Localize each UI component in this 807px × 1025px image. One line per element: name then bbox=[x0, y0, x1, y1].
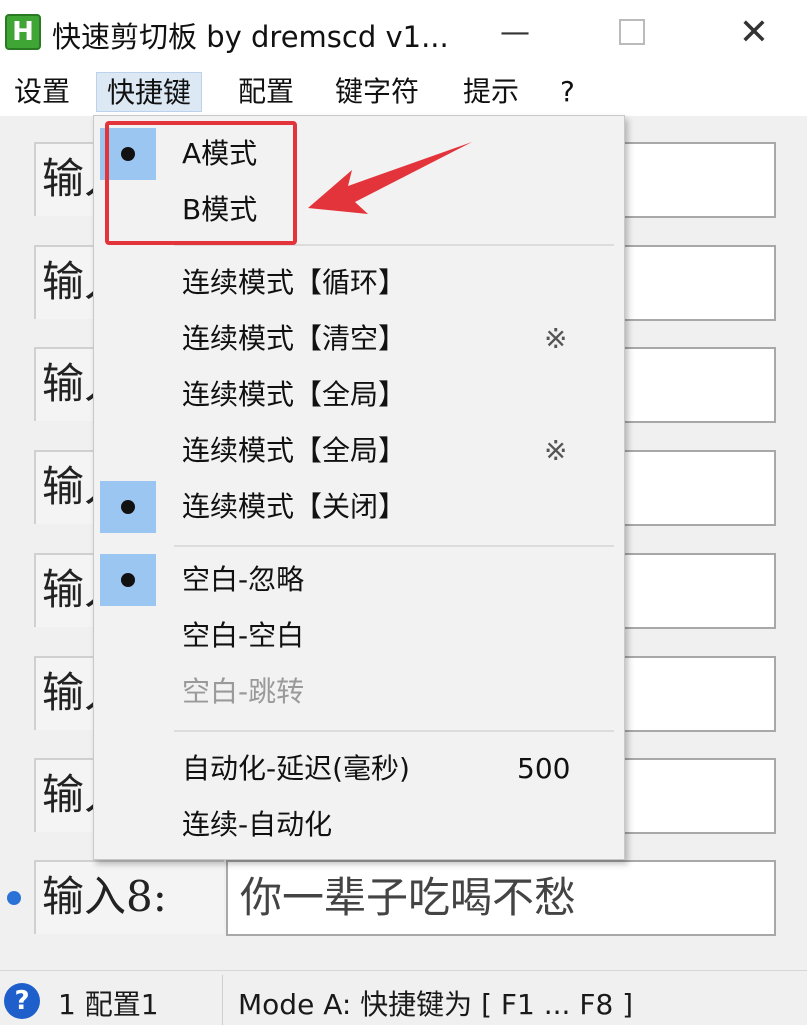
radio-check-icon bbox=[100, 554, 156, 606]
menu-item-label: 自动化-延迟(毫秒) bbox=[182, 752, 410, 785]
menu-item-label: 空白-空白 bbox=[182, 619, 305, 652]
annotation-highlight-box bbox=[105, 121, 297, 245]
input-field[interactable]: 你一辈子吃喝不愁 bbox=[226, 860, 776, 936]
menu-item-continuous-off[interactable]: 连续模式【关闭】 bbox=[94, 481, 624, 533]
menu-bar: 设置 快捷键 配置 键字符 提示 ? bbox=[0, 68, 807, 116]
menu-item-continuous-automation[interactable]: 连续-自动化 bbox=[94, 799, 624, 851]
menu-item-continuous-global[interactable]: 连续模式【全局】 bbox=[94, 369, 624, 421]
active-row-indicator bbox=[7, 891, 21, 905]
menu-config[interactable]: 配置 bbox=[228, 72, 304, 112]
delay-value: 500 bbox=[517, 752, 571, 785]
status-bar: ? 1 配置1 Mode A: 快捷键为 [ F1 ... F8 ] bbox=[0, 970, 807, 1025]
menu-separator bbox=[174, 730, 614, 732]
menu-item-label: 空白-跳转 bbox=[182, 675, 305, 708]
app-icon: H bbox=[5, 14, 41, 50]
input-row-8: 输入8: 你一辈子吃喝不愁 bbox=[0, 860, 807, 938]
menu-item-label: 空白-忽略 bbox=[182, 563, 305, 596]
menu-separator bbox=[174, 545, 614, 547]
menu-item-label: 连续模式【清空】 bbox=[182, 322, 407, 355]
minimize-button[interactable]: — bbox=[480, 8, 550, 58]
help-icon[interactable]: ? bbox=[4, 983, 40, 1019]
menu-item-blank-ignore[interactable]: 空白-忽略 bbox=[94, 554, 624, 606]
status-mode: Mode A: 快捷键为 [ F1 ... F8 ] bbox=[238, 988, 634, 1021]
annotation-arrow-icon bbox=[308, 142, 472, 214]
reference-mark-icon: ※ bbox=[544, 434, 568, 467]
menu-item-label: 连续模式【循环】 bbox=[182, 266, 407, 299]
maximize-button[interactable] bbox=[597, 8, 667, 58]
menu-item-label: 连续模式【关闭】 bbox=[182, 490, 407, 523]
radio-check-icon bbox=[100, 481, 156, 533]
menu-item-blank-jump: 空白-跳转 bbox=[94, 666, 624, 718]
menu-item-continuous-loop[interactable]: 连续模式【循环】 bbox=[94, 257, 624, 309]
menu-item-blank-blank[interactable]: 空白-空白 bbox=[94, 610, 624, 662]
close-button[interactable]: ✕ bbox=[719, 8, 789, 58]
input-label: 输入8: bbox=[34, 860, 224, 934]
maximize-icon bbox=[619, 18, 645, 45]
window-title: 快速剪切板 by dremscd v1... bbox=[52, 20, 449, 54]
menu-help[interactable]: ? bbox=[550, 72, 585, 112]
title-bar: H 快速剪切板 by dremscd v1... — ✕ bbox=[0, 0, 807, 68]
status-divider bbox=[222, 975, 223, 1025]
menu-item-label: 连续模式【全局】 bbox=[182, 434, 407, 467]
menu-item-automation-delay[interactable]: 自动化-延迟(毫秒) 500 bbox=[94, 743, 624, 795]
menu-tips[interactable]: 提示 bbox=[453, 72, 529, 112]
reference-mark-icon: ※ bbox=[544, 322, 568, 355]
menu-item-label: 连续模式【全局】 bbox=[182, 378, 407, 411]
menu-key-chars[interactable]: 键字符 bbox=[325, 72, 429, 112]
menu-settings[interactable]: 设置 bbox=[4, 72, 80, 112]
menu-item-continuous-global-alt[interactable]: 连续模式【全局】 ※ bbox=[94, 425, 624, 477]
menu-item-label: 连续-自动化 bbox=[182, 808, 333, 841]
menu-shortcuts[interactable]: 快捷键 bbox=[96, 72, 203, 112]
menu-item-continuous-clear[interactable]: 连续模式【清空】 ※ bbox=[94, 313, 624, 365]
status-config: 1 配置1 bbox=[58, 988, 159, 1021]
